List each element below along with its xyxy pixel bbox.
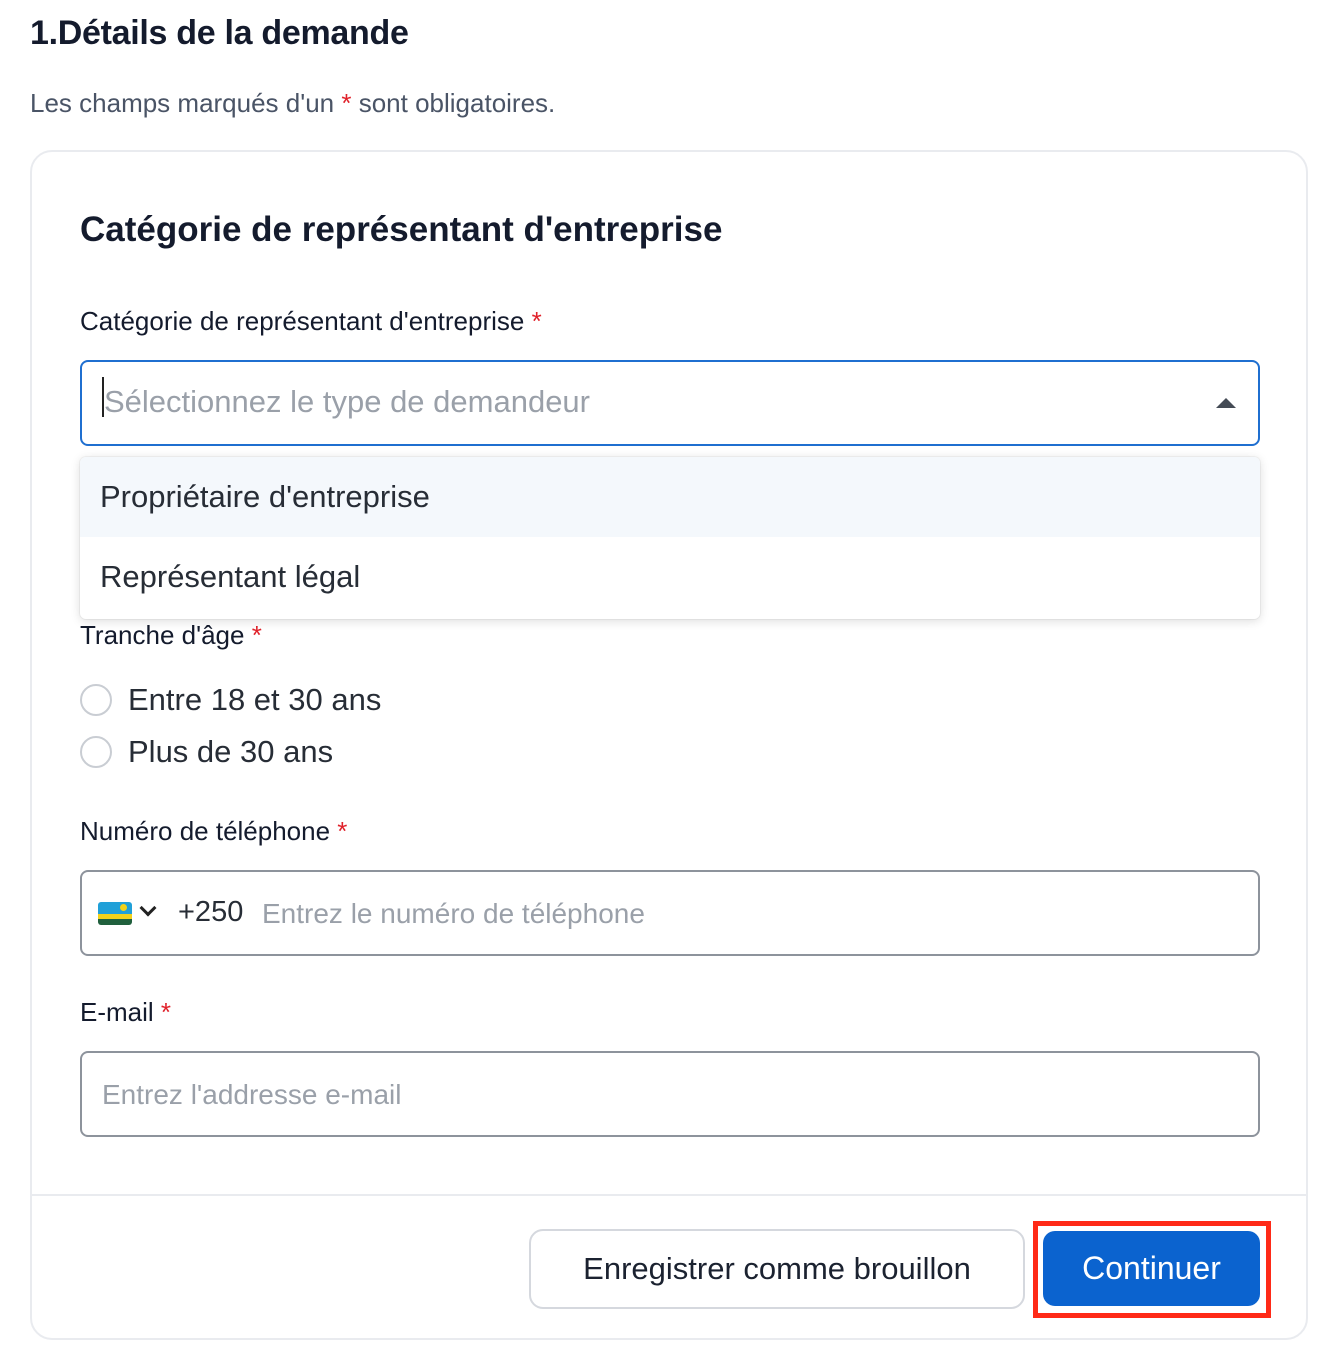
email-label-text: E-mail bbox=[80, 997, 154, 1027]
note-text-end: sont obligatoires. bbox=[351, 88, 556, 118]
email-input-placeholder[interactable]: Entrez l'addresse e-mail bbox=[102, 1079, 401, 1111]
note-text: Les champs marqués d'un bbox=[30, 88, 342, 118]
category-label: Catégorie de représentant d'entreprise * bbox=[80, 306, 542, 337]
radio-option-18-30[interactable]: Entre 18 et 30 ans bbox=[80, 682, 381, 718]
save-draft-button[interactable]: Enregistrer comme brouillon bbox=[529, 1229, 1025, 1309]
form-card: Catégorie de représentant d'entreprise C… bbox=[30, 150, 1308, 1340]
dropdown-option-legal-representative[interactable]: Représentant légal bbox=[80, 537, 1260, 617]
radio-button[interactable] bbox=[80, 736, 112, 768]
chevron-down-icon[interactable] bbox=[139, 899, 157, 917]
section-title: Catégorie de représentant d'entreprise bbox=[80, 210, 723, 249]
radio-label: Entre 18 et 30 ans bbox=[128, 682, 382, 717]
dial-code: +250 bbox=[178, 896, 244, 928]
phone-label-text: Numéro de téléphone bbox=[80, 816, 331, 846]
phone-field[interactable]: +250 Entrez le numéro de téléphone bbox=[80, 870, 1260, 956]
required-star: * bbox=[341, 88, 352, 118]
category-select[interactable]: Sélectionnez le type de demandeur bbox=[80, 360, 1260, 446]
required-fields-note: Les champs marqués d'un * sont obligatoi… bbox=[30, 88, 555, 119]
age-range-label: Tranche d'âge * bbox=[80, 620, 262, 651]
application-page: 1.Détails de la demande Les champs marqu… bbox=[0, 0, 1337, 1361]
footer-divider bbox=[32, 1194, 1306, 1196]
page-title: 1.Détails de la demande bbox=[30, 14, 409, 52]
required-star: * bbox=[160, 997, 172, 1027]
required-star: * bbox=[337, 816, 348, 846]
category-label-text: Catégorie de représentant d'entreprise bbox=[80, 306, 525, 336]
continue-button[interactable]: Continuer bbox=[1043, 1231, 1260, 1306]
required-star: * bbox=[251, 620, 262, 650]
email-label: E-mail * bbox=[80, 997, 171, 1028]
category-select-placeholder: Sélectionnez le type de demandeur bbox=[104, 384, 590, 419]
radio-button[interactable] bbox=[80, 684, 112, 716]
radio-label: Plus de 30 ans bbox=[128, 734, 334, 769]
phone-label: Numéro de téléphone * bbox=[80, 816, 347, 847]
caret-up-icon[interactable] bbox=[1216, 398, 1236, 408]
rwanda-flag-icon[interactable] bbox=[98, 902, 132, 925]
email-field[interactable]: Entrez l'addresse e-mail bbox=[80, 1051, 1260, 1137]
age-range-label-text: Tranche d'âge bbox=[80, 620, 245, 650]
category-dropdown-menu: Propriétaire d'entreprise Représentant l… bbox=[80, 457, 1260, 619]
dropdown-option-business-owner[interactable]: Propriétaire d'entreprise bbox=[80, 457, 1260, 537]
phone-input-placeholder[interactable]: Entrez le numéro de téléphone bbox=[262, 898, 645, 930]
radio-option-over-30[interactable]: Plus de 30 ans bbox=[80, 734, 333, 770]
required-star: * bbox=[531, 306, 542, 336]
